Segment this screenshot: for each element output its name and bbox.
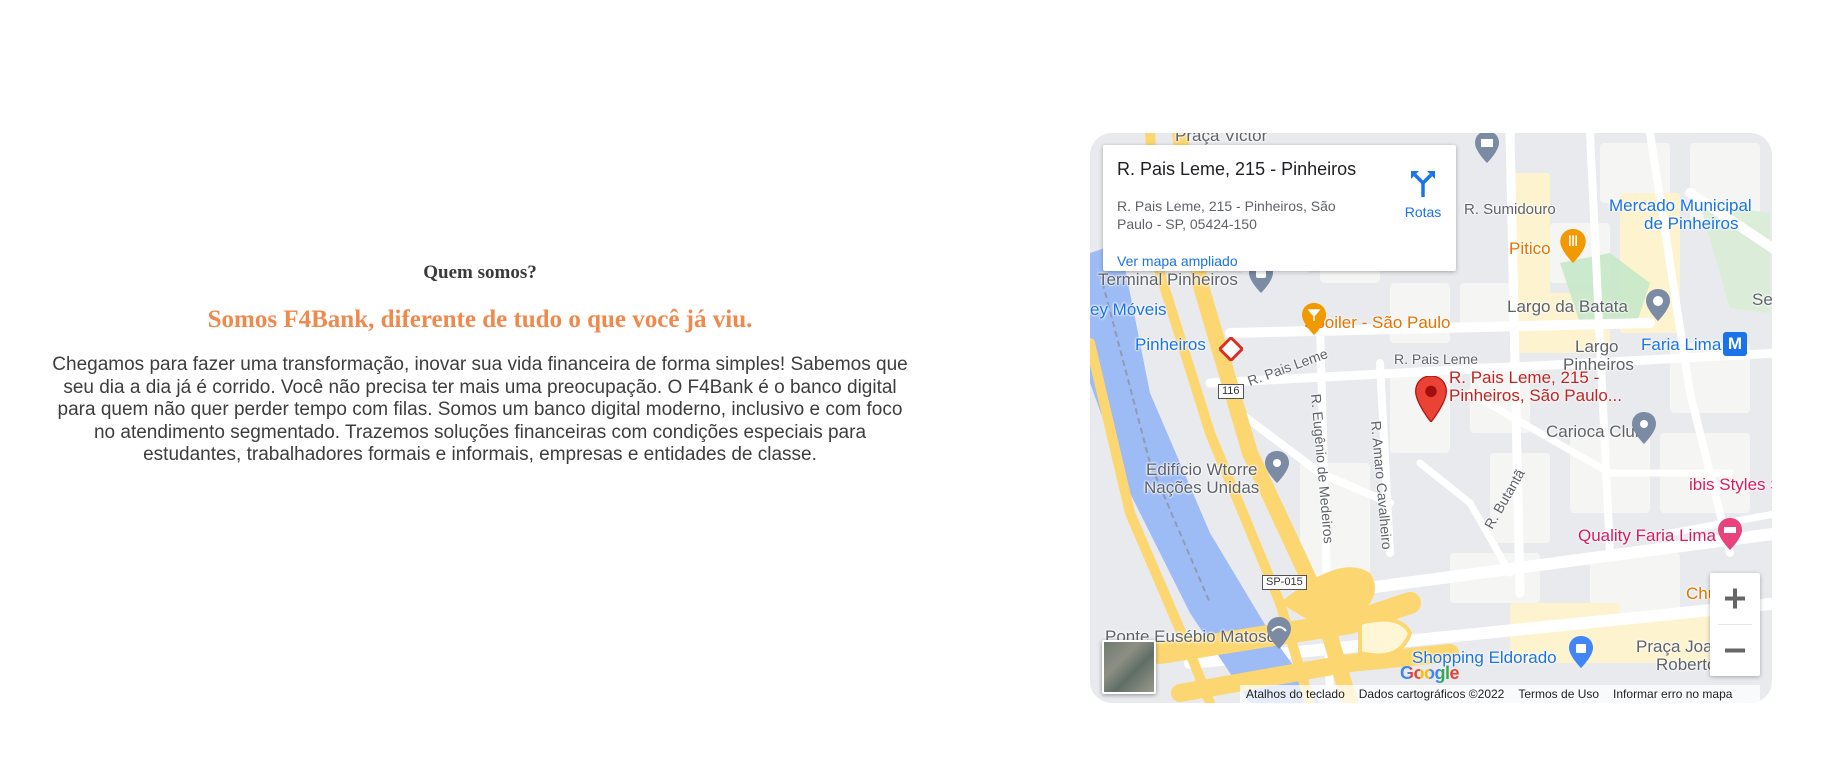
view-larger-map-link[interactable]: Ver mapa ampliado: [1117, 253, 1238, 269]
label-pin-line1[interactable]: R. Pais Leme, 215 -: [1449, 369, 1599, 387]
train-station-icon[interactable]: [1219, 337, 1243, 361]
label-praca-victor: Praça Victor: [1175, 133, 1268, 145]
map-data-credit: Dados cartográficos ©2022: [1358, 687, 1505, 701]
label-mercado-line2[interactable]: de Pinheiros: [1644, 215, 1739, 233]
directions-button[interactable]: Rotas: [1393, 169, 1453, 220]
bar-marker-icon[interactable]: [1301, 303, 1327, 335]
selected-location-pin-icon[interactable]: [1414, 376, 1448, 422]
section-headline: Somos F4Bank, diferente de tudo o que vo…: [207, 306, 753, 333]
label-r-sumidouro: R. Sumidouro: [1464, 201, 1556, 218]
shopping-marker-icon[interactable]: [1568, 636, 1594, 668]
directions-icon: [1411, 171, 1435, 197]
place-address: R. Pais Leme, 215 - Pinheiros, São Paulo…: [1117, 198, 1336, 232]
label-faria-lima[interactable]: Faria Lima: [1641, 336, 1721, 354]
label-se: Se: [1752, 290, 1772, 309]
label-largo-batata[interactable]: Largo da Batata: [1507, 298, 1628, 316]
route-sp015-shield: SP-015: [1262, 575, 1307, 590]
keyboard-shortcuts-link[interactable]: Atalhos do teclado: [1246, 685, 1345, 703]
zoom-out-button[interactable]: [1710, 625, 1760, 676]
google-logo: Google: [1400, 663, 1460, 684]
place-info-card: R. Pais Leme, 215 - Pinheiros R. Pais Le…: [1103, 145, 1456, 271]
label-pinheiros-station[interactable]: Pinheiros: [1135, 336, 1206, 354]
museum-marker-icon[interactable]: [1474, 133, 1500, 163]
directions-label: Rotas: [1404, 204, 1442, 220]
zoom-controls: [1710, 573, 1760, 676]
about-section: Quem somos? Somos F4Bank, diferente de t…: [40, 262, 920, 467]
section-kicker: Quem somos?: [423, 262, 537, 283]
label-pitico[interactable]: Pitico: [1509, 240, 1551, 258]
label-terminal[interactable]: Terminal Pinheiros: [1098, 271, 1238, 289]
report-map-error-link[interactable]: Informar erro no mapa: [1613, 685, 1732, 703]
label-r-pais-leme-upper: R. Pais Leme: [1394, 351, 1479, 367]
bridge-marker-icon[interactable]: [1266, 617, 1292, 649]
map-attribution-bar: Atalhos do teclado Dados cartográficos ©…: [1240, 685, 1760, 703]
label-mercado-line1[interactable]: Mercado Municipal: [1609, 197, 1752, 215]
section-body-text: Chegamos para fazer uma transformação, i…: [52, 354, 908, 465]
route-116-shield: 116: [1218, 384, 1244, 399]
satellite-toggle-thumbnail[interactable]: [1102, 640, 1156, 694]
label-pin-line2[interactable]: Pinheiros, São Paulo...: [1449, 387, 1622, 405]
minus-icon: [1725, 648, 1745, 653]
park-marker-icon[interactable]: [1645, 289, 1671, 321]
label-quality-faria-lima[interactable]: Quality Faria Lima: [1578, 527, 1716, 545]
label-largo-pinheiros-1: Largo: [1575, 337, 1619, 356]
metro-badge: M: [1723, 332, 1747, 356]
plus-icon: [1725, 588, 1745, 609]
hotel-marker-icon[interactable]: [1717, 518, 1743, 550]
label-edificio-2[interactable]: Nações Unidas: [1144, 479, 1259, 497]
zoom-in-button[interactable]: [1710, 573, 1760, 624]
label-moveis[interactable]: ey Móveis: [1090, 301, 1167, 319]
embedded-map[interactable]: Praça Victor R. Sumidouro Mercado Munici…: [1090, 133, 1772, 703]
restaurant-marker-icon[interactable]: [1559, 229, 1587, 263]
club-marker-icon[interactable]: [1631, 412, 1657, 444]
google-logo-text: Google: [1400, 663, 1460, 683]
label-carioca-club[interactable]: Carioca Club: [1546, 423, 1644, 441]
label-praca-joaquim-2: Roberto: [1656, 655, 1717, 674]
terms-of-use-link[interactable]: Termos de Uso: [1518, 685, 1599, 703]
label-ibis[interactable]: ibis Styles SP: [1689, 476, 1772, 494]
place-title: R. Pais Leme, 215 - Pinheiros: [1117, 159, 1357, 179]
building-marker-icon[interactable]: [1264, 451, 1290, 483]
label-edificio-1[interactable]: Edifício Wtorre: [1146, 461, 1257, 479]
